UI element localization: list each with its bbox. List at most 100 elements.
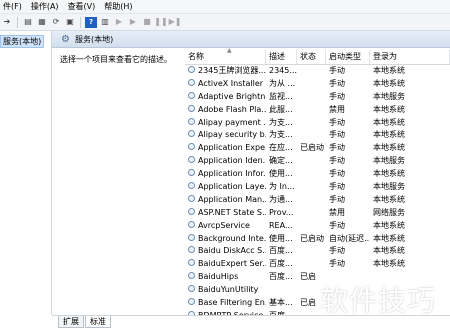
cell-log-on-as: 本地系统 xyxy=(370,194,450,207)
cell-name: Base Filtering En... xyxy=(185,297,266,310)
cell-log-on-as-text: 网络服务 xyxy=(373,207,405,217)
service-icon xyxy=(188,272,195,280)
column-header-log-on-as[interactable]: 登录为 xyxy=(370,50,450,64)
cell-name-text: BaiduHips xyxy=(198,272,239,282)
service-icon xyxy=(188,194,195,202)
restart-service-icon[interactable]: ▶❚ xyxy=(169,17,182,28)
start-service-icon[interactable]: ▶ xyxy=(113,17,125,28)
cell-startup-type: 手动 xyxy=(326,78,370,91)
cell-description: 此服... xyxy=(266,104,297,117)
cell-name: Application Man... xyxy=(185,194,266,207)
cell-description-text: 基本... xyxy=(269,298,293,308)
table-row[interactable]: Application Man... 为通... 手动 本地系统 xyxy=(185,194,450,207)
cell-name: BaiduYunUtility xyxy=(185,284,266,297)
tab-extended[interactable]: 扩展 xyxy=(58,316,84,328)
table-row[interactable]: Application Laye... 为 In... 手动 本地服务 xyxy=(185,181,450,194)
cell-description: 确定... xyxy=(266,155,297,168)
cell-startup-type-text: 手动 xyxy=(329,194,345,204)
cell-description: 为从 ... xyxy=(266,78,297,91)
table-row[interactable]: Alipay payment ... 为支... 手动 本地系统 xyxy=(185,117,450,130)
table-row[interactable]: BaiduExpert Ser... 百度... 手动 本地系统 xyxy=(185,258,450,271)
console-tree-icon[interactable]: ▤ xyxy=(22,17,34,28)
table-row[interactable]: ASP.NET State S... Prov... 禁用 网络服务 xyxy=(185,207,450,220)
cell-startup-type: 手动 xyxy=(326,168,370,181)
cell-name: Alipay payment ... xyxy=(185,117,266,130)
cell-name: Adaptive Brightn... xyxy=(185,91,266,104)
column-header-startup-type[interactable]: 启动类型 xyxy=(326,50,370,64)
table-row[interactable]: Adobe Flash Pla... 此服... 禁用 本地系统 xyxy=(185,104,450,117)
menu-file[interactable]: 件(F) xyxy=(0,1,28,12)
menu-action[interactable]: 操作(A) xyxy=(28,1,65,12)
services-banner: ⚙ 服务(本地) xyxy=(52,31,450,48)
service-icon xyxy=(188,169,195,177)
menu-help[interactable]: 帮助(H) xyxy=(101,1,138,12)
cell-startup-type-text: 自动(延迟... xyxy=(329,233,370,243)
cell-startup-type: 自动(延迟... xyxy=(326,233,370,246)
cell-startup-type: 手动 xyxy=(326,245,370,258)
cell-name: ASP.NET State S... xyxy=(185,207,266,220)
table-row[interactable]: Adaptive Brightn... 监视... 手动 本地服务 xyxy=(185,91,450,104)
cell-log-on-as-text: 本地系统 xyxy=(373,130,405,140)
cell-name: BaiduHips xyxy=(185,271,266,284)
gear-icon: ⚙ xyxy=(61,33,70,45)
cell-name-text: BaiduYunUtility xyxy=(198,285,259,295)
cell-startup-type-text: 禁用 xyxy=(329,207,345,217)
tree-item-services-local[interactable]: 服务(本地) xyxy=(0,35,45,48)
table-row[interactable]: ActiveX Installer ... 为从 ... 手动 本地系统 xyxy=(185,78,450,91)
cell-log-on-as: 本地系统 xyxy=(370,104,450,117)
cell-log-on-as: 本地系统 xyxy=(370,117,450,130)
table-row[interactable]: 2345王牌浏览器... 2345... 手动 本地系统 xyxy=(185,65,450,78)
cell-description: 百度... xyxy=(266,271,297,284)
table-row[interactable]: Application Infor... 使用... 手动 本地系统 xyxy=(185,168,450,181)
table-row[interactable]: AvrcpService REA... 手动 本地系统 xyxy=(185,220,450,233)
cell-startup-type: 手动 xyxy=(326,194,370,207)
cell-startup-type: 手动 xyxy=(326,181,370,194)
cell-log-on-as-text: 本地系统 xyxy=(373,220,405,230)
service-icon xyxy=(188,220,195,228)
table-row[interactable]: Baidu DiskAcc S... 百度... 手动 本地系统 xyxy=(185,245,450,258)
cell-name-text: Application Infor... xyxy=(198,169,266,179)
properties-icon[interactable]: ▦ xyxy=(36,17,48,28)
cell-description: 百度... xyxy=(266,258,297,271)
sort-ascending-icon: ▲ xyxy=(227,47,232,54)
help-icon[interactable]: ? xyxy=(85,16,97,28)
cell-name-text: Adobe Flash Pla... xyxy=(198,104,266,114)
service-icon xyxy=(188,104,195,112)
cell-log-on-as-text: 本地系统 xyxy=(373,104,405,114)
table-row[interactable]: Application Iden... 确定... 手动 本地服务 xyxy=(185,155,450,168)
start-service-alt-icon[interactable]: ▶ xyxy=(127,17,139,28)
cell-name: AvrcpService xyxy=(185,220,266,233)
cell-startup-type: 手动 xyxy=(326,129,370,142)
tab-standard[interactable]: 标准 xyxy=(85,316,111,328)
cell-description-text: 百度... xyxy=(269,246,293,256)
refresh-icon[interactable]: ⟳ xyxy=(50,17,62,28)
cell-description: 在应... xyxy=(266,142,297,155)
console-icon[interactable]: ▥ xyxy=(99,17,111,28)
table-row[interactable]: Application Expe... 在应... 已启动 手动 本地系统 xyxy=(185,142,450,155)
cell-log-on-as-text: 本地服务 xyxy=(373,91,405,101)
cell-log-on-as-text: 本地服务 xyxy=(373,182,405,192)
back-arrow-icon[interactable]: ➔ xyxy=(1,17,13,28)
service-icon xyxy=(188,246,195,254)
cell-name: Baidu DiskAcc S... xyxy=(185,245,266,258)
cell-startup-type-text: 手动 xyxy=(329,130,345,140)
menu-view[interactable]: 查看(V) xyxy=(65,1,102,12)
cell-status-text: 已启 xyxy=(300,272,316,282)
cell-startup-type: 手动 xyxy=(326,65,370,78)
cell-log-on-as: 网络服务 xyxy=(370,207,450,220)
cell-name: Application Expe... xyxy=(185,142,266,155)
cell-name: Alipay security b... xyxy=(185,129,266,142)
cell-startup-type: 手动 xyxy=(326,155,370,168)
column-header-name[interactable]: 名称 xyxy=(185,50,266,64)
pause-service-icon[interactable]: ❚❚ xyxy=(154,17,167,28)
toolbar-separator xyxy=(17,16,18,28)
column-header-status[interactable]: 状态 xyxy=(297,50,326,64)
cell-log-on-as: 本地服务 xyxy=(370,181,450,194)
table-row[interactable]: Alipay security b... 为支... 手动 本地系统 xyxy=(185,129,450,142)
cell-description-text: 2345... xyxy=(269,66,297,75)
export-list-icon[interactable]: ▣ xyxy=(64,17,76,28)
table-row[interactable]: Background Inte... 使用... 已启动 自动(延迟... 本地系统 xyxy=(185,233,450,246)
column-header-description[interactable]: 描述 xyxy=(266,50,297,64)
watermark: 软件技巧 xyxy=(320,284,437,317)
stop-service-icon[interactable]: ■ xyxy=(141,17,153,28)
